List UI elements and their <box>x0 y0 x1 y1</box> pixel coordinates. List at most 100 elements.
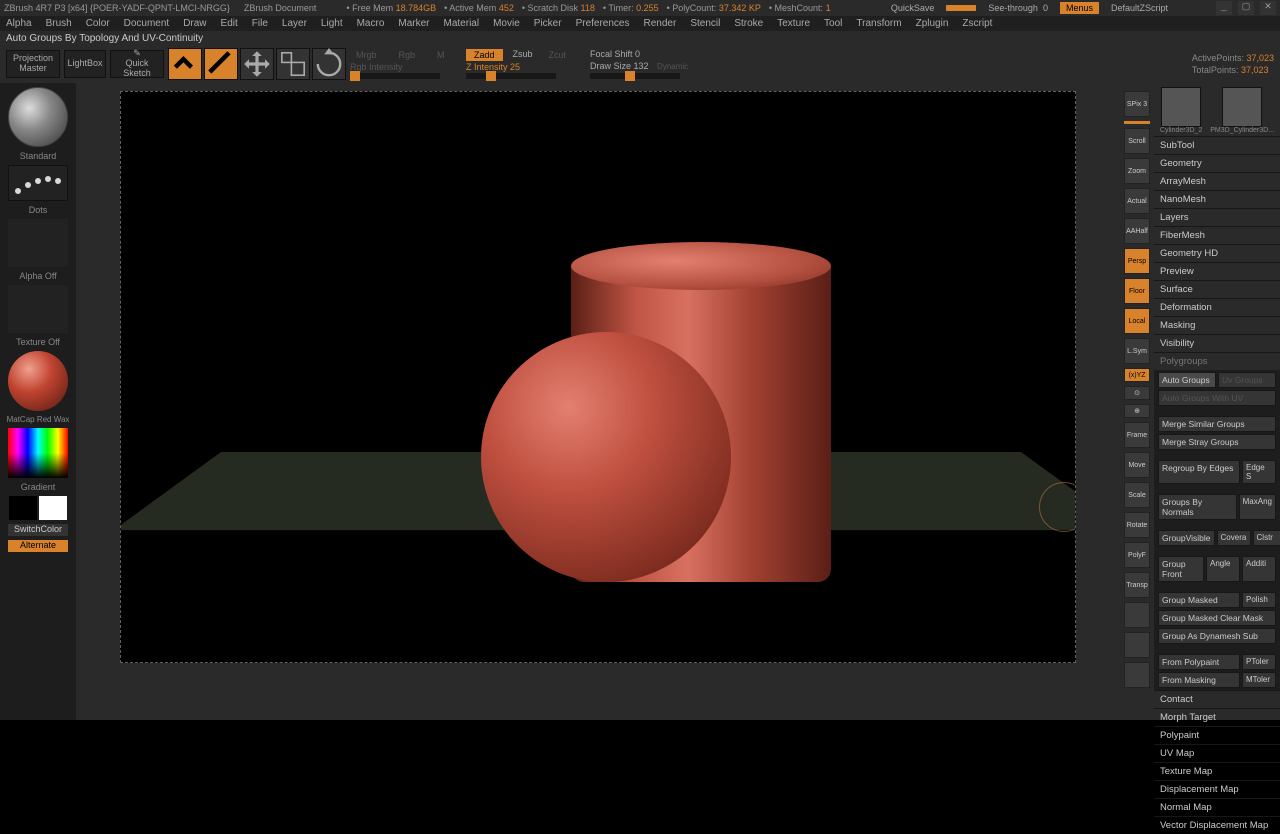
palette-geometry[interactable]: Geometry <box>1154 154 1280 172</box>
palette-nanomesh[interactable]: NanoMesh <box>1154 190 1280 208</box>
draw-size-slider[interactable] <box>590 73 680 79</box>
xyz-button[interactable]: (x)YZ <box>1124 368 1150 382</box>
draw-mode-button[interactable] <box>204 48 238 80</box>
merge-similar-button[interactable]: Merge Similar Groups <box>1158 416 1276 432</box>
menu-item[interactable]: Zplugin <box>916 18 949 29</box>
default-zscript[interactable]: DefaultZScript <box>1105 3 1174 13</box>
switch-color-button[interactable]: SwitchColor <box>8 524 68 536</box>
palette-polygroups[interactable]: Polygroups <box>1154 352 1280 370</box>
solo-button[interactable] <box>1124 602 1150 628</box>
dynamic-toggle[interactable]: Dynamic <box>651 61 694 72</box>
tool-thumbnail-b[interactable] <box>1222 87 1262 127</box>
quick-sketch-button[interactable]: ✎Quick Sketch <box>110 50 164 78</box>
palette-fibermesh[interactable]: FiberMesh <box>1154 226 1280 244</box>
palette-subtool[interactable]: SubTool <box>1154 136 1280 154</box>
menu-item[interactable]: Tool <box>824 18 842 29</box>
palette-texture-map[interactable]: Texture Map <box>1154 762 1280 780</box>
quicksave-button[interactable]: QuickSave <box>885 3 941 13</box>
menu-item[interactable]: Preferences <box>576 18 630 29</box>
alternate-button[interactable]: Alternate <box>8 540 68 552</box>
polish-button[interactable]: Polish <box>1242 592 1276 608</box>
menu-item[interactable]: Brush <box>46 18 72 29</box>
ptoler-button[interactable]: PToler <box>1242 654 1276 670</box>
palette-polypaint[interactable]: Polypaint <box>1154 726 1280 744</box>
mtoler-button[interactable]: MToler <box>1242 672 1276 688</box>
palette-geometry-hd[interactable]: Geometry HD <box>1154 244 1280 262</box>
actual-button[interactable]: Actual <box>1124 188 1150 214</box>
palette-uv-map[interactable]: UV Map <box>1154 744 1280 762</box>
menu-item[interactable]: Color <box>86 18 110 29</box>
projection-master-button[interactable]: Projection Master <box>6 50 60 78</box>
menu-item[interactable]: Stroke <box>734 18 763 29</box>
move-mode-button[interactable] <box>240 48 274 80</box>
coverage-button[interactable]: Covera <box>1217 530 1251 546</box>
palette-visibility[interactable]: Visibility <box>1154 334 1280 352</box>
material-preview[interactable] <box>8 351 68 411</box>
regroup-by-edges-button[interactable]: Regroup By Edges <box>1158 460 1240 484</box>
move-button[interactable]: Move <box>1124 452 1150 478</box>
palette-surface[interactable]: Surface <box>1154 280 1280 298</box>
menu-item[interactable]: Stencil <box>690 18 720 29</box>
zadd-toggle[interactable]: Zadd <box>466 49 503 61</box>
palette-morph-target[interactable]: Morph Target <box>1154 708 1280 726</box>
cluster-button[interactable]: Clstr <box>1253 530 1280 546</box>
auto-groups-button[interactable]: Auto Groups <box>1158 372 1216 388</box>
texture-slot[interactable] <box>8 285 68 333</box>
gradient-label[interactable]: Gradient <box>21 482 56 492</box>
max-angle-button[interactable]: MaxAng <box>1239 494 1276 520</box>
group-as-dynamesh-button[interactable]: Group As Dynamesh Sub <box>1158 628 1276 644</box>
tool-thumbnail-a[interactable] <box>1161 87 1201 127</box>
menu-item[interactable]: Macro <box>357 18 385 29</box>
frame-button[interactable]: Frame <box>1124 422 1150 448</box>
spix-button[interactable]: SPix 3 <box>1124 91 1150 117</box>
main-color-swatch[interactable] <box>9 496 37 520</box>
brush-preview[interactable] <box>8 87 68 147</box>
palette-masking[interactable]: Masking <box>1154 316 1280 334</box>
uv-groups-button[interactable]: Uv Groups <box>1218 372 1276 388</box>
scale-mode-button[interactable] <box>276 48 310 80</box>
menu-item[interactable]: Document <box>124 18 170 29</box>
rgb-intensity-slider[interactable] <box>350 73 440 79</box>
angle-button[interactable]: Angle <box>1206 556 1240 582</box>
merge-stray-button[interactable]: Merge Stray Groups <box>1158 434 1276 450</box>
zoom-button[interactable]: Zoom <box>1124 158 1150 184</box>
m-toggle[interactable]: M <box>431 49 451 61</box>
color-picker[interactable] <box>8 428 68 478</box>
minimize-button[interactable]: _ <box>1216 1 1232 15</box>
palette-contact[interactable]: Contact <box>1154 690 1280 708</box>
zcut-toggle[interactable]: Zcut <box>543 49 573 61</box>
palette-vector-disp-map[interactable]: Vector Displacement Map <box>1154 816 1280 834</box>
from-masking-button[interactable]: From Masking <box>1158 672 1240 688</box>
palette-deformation[interactable]: Deformation <box>1154 298 1280 316</box>
dynsub-button[interactable] <box>1124 632 1150 658</box>
scroll-button[interactable]: Scroll <box>1124 128 1150 154</box>
groups-by-normals-button[interactable]: Groups By Normals <box>1158 494 1237 520</box>
secondary-color-swatch[interactable] <box>39 496 67 520</box>
palette-displacement-map[interactable]: Displacement Map <box>1154 780 1280 798</box>
palette-arraymesh[interactable]: ArrayMesh <box>1154 172 1280 190</box>
aahalf-button[interactable]: AAHalf <box>1124 218 1150 244</box>
extra-button[interactable] <box>1124 662 1150 688</box>
menu-item[interactable]: Marker <box>398 18 429 29</box>
edit-mode-button[interactable] <box>168 48 202 80</box>
additive-button[interactable]: Additi <box>1242 556 1276 582</box>
menu-item[interactable]: Zscript <box>962 18 992 29</box>
seethrough-button[interactable]: See-through 0 <box>982 3 1054 13</box>
menu-item[interactable]: Alpha <box>6 18 32 29</box>
persp-button[interactable]: Persp <box>1124 248 1150 274</box>
group-front-button[interactable]: Group Front <box>1158 556 1204 582</box>
menu-item[interactable]: Render <box>644 18 677 29</box>
menu-item[interactable]: Light <box>321 18 343 29</box>
rgb-toggle[interactable]: Rgb <box>393 49 422 61</box>
mrgb-toggle[interactable]: Mrgb <box>350 49 383 61</box>
rotate-mode-button[interactable] <box>312 48 346 80</box>
local-button[interactable]: Local <box>1124 308 1150 334</box>
lightbox-button[interactable]: LightBox <box>64 50 106 78</box>
edge-s-button[interactable]: Edge S <box>1242 460 1276 484</box>
menu-item[interactable]: Movie <box>493 18 520 29</box>
floor-button[interactable]: Floor <box>1124 278 1150 304</box>
polyf-button[interactable]: PolyF <box>1124 542 1150 568</box>
menu-item[interactable]: Texture <box>777 18 810 29</box>
menus-toggle[interactable]: Menus <box>1060 2 1099 14</box>
auto-groups-uv-button[interactable]: Auto Groups With UV <box>1158 390 1276 406</box>
